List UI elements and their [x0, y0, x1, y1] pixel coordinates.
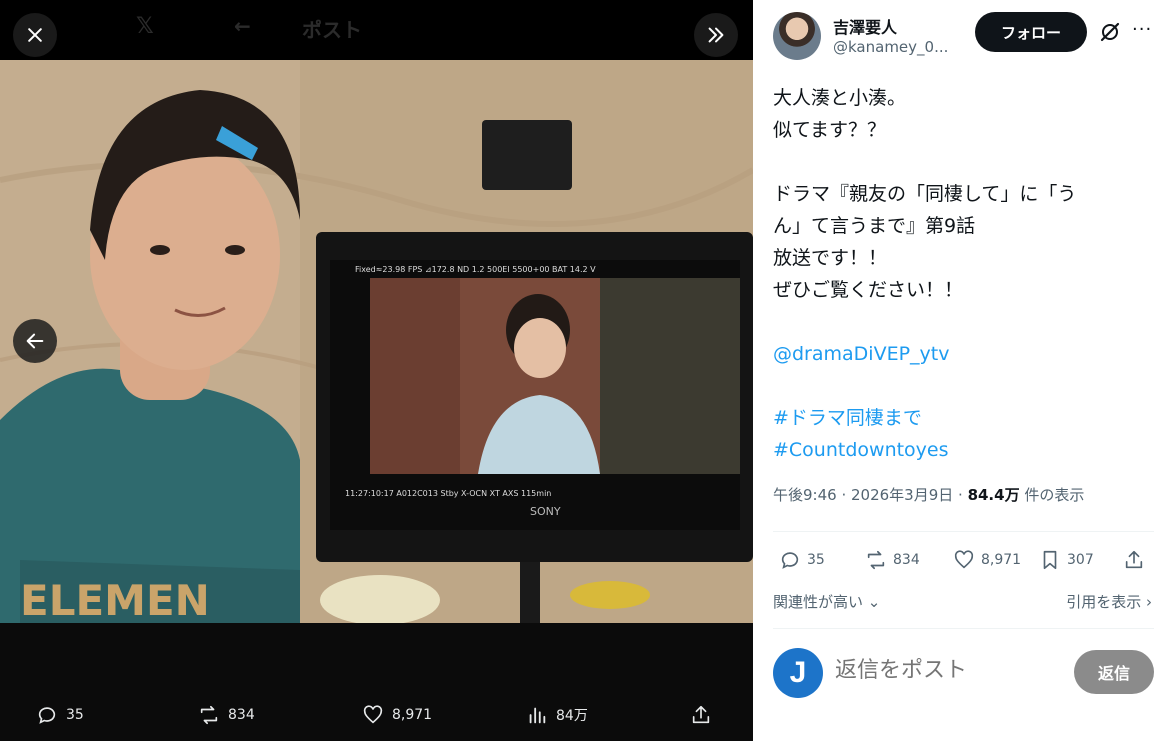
reply-input[interactable]: [835, 658, 1065, 683]
reply-submit-button[interactable]: 返信: [1074, 650, 1154, 694]
grok-icon[interactable]: [1098, 20, 1122, 44]
heart-icon: [954, 550, 974, 569]
repost-count: 834: [893, 552, 920, 568]
tweet-line: ん」て言うまで』第9話: [773, 215, 976, 237]
reply-icon: [38, 707, 56, 724]
photo-scene: ELEMEN Fixed≈23.98 FPS ⊿172.8 ND 1.2 500…: [0, 60, 753, 623]
more-options-icon[interactable]: ···: [1132, 20, 1156, 44]
bookmark-button[interactable]: 307: [1039, 549, 1094, 571]
post-detail-panel: 吉澤要人 @kanamey_0... フォロー ··· 大人湊と小湊。 似てます…: [753, 0, 1174, 741]
like-count: 8,971: [981, 552, 1022, 568]
media-topbar: 𝕏 ← ポスト: [0, 0, 753, 60]
x-logo-icon: 𝕏: [136, 14, 154, 39]
close-button[interactable]: [13, 13, 57, 57]
author-header: 吉澤要人 @kanamey_0... フォロー ···: [773, 12, 1163, 64]
media-share-button[interactable]: [690, 704, 712, 726]
tweet-line: ぜひご覧ください！！: [773, 279, 964, 301]
media-like-count: 8,971: [392, 707, 433, 723]
follow-button[interactable]: フォロー: [975, 12, 1087, 52]
media-views-count: 84万: [556, 708, 588, 724]
view-count-suffix: 件の表示: [1019, 486, 1085, 504]
view-count: 84.4万: [967, 486, 1020, 504]
engagement-bar: 35 834 8,971 307: [773, 545, 1154, 579]
post-timestamp[interactable]: 午後9:46 · 2026年3月9日 ·: [773, 486, 968, 504]
media-reply-count: 35: [66, 707, 84, 723]
bookmark-count: 307: [1067, 552, 1094, 568]
reply-composer: J 返信: [773, 648, 1154, 700]
share-icon: [1125, 550, 1143, 569]
mention-link[interactable]: @dramaDiVEP_ytv: [773, 338, 1153, 370]
arrow-left-icon: [26, 333, 44, 349]
tweet-line: 似てます？？: [773, 119, 887, 141]
header-title: ポスト: [302, 18, 362, 42]
reply-button[interactable]: 35: [779, 549, 825, 571]
media-bottom-area: 35 834 8,971 84万: [0, 623, 753, 741]
post-meta: 午後9:46 · 2026年3月9日 · 84.4万 件の表示: [773, 484, 1084, 505]
hashtag-link[interactable]: #Countdowntoyes: [773, 434, 1153, 466]
repost-icon: [867, 550, 885, 570]
reply-icon: [781, 552, 799, 569]
like-button[interactable]: 8,971: [953, 549, 1021, 571]
author-avatar[interactable]: [773, 12, 821, 60]
media-repost-button[interactable]: 834: [198, 704, 255, 726]
media-action-bar: 35 834 8,971 84万: [0, 689, 753, 741]
media-repost-count: 834: [228, 707, 255, 723]
heart-icon: [363, 705, 383, 724]
tweet-line: 放送です！！: [773, 247, 888, 269]
app-root: 𝕏 ← ポスト ELEMEN Fixed≈23.98 FPS ⊿172.8 ND…: [0, 0, 1174, 741]
post-photo: ELEMEN Fixed≈23.98 FPS ⊿172.8 ND 1.2 500…: [0, 60, 753, 623]
tweet-line: 大人湊と小湊。: [773, 87, 907, 109]
chevron-right-icon: ›: [1141, 593, 1152, 611]
media-reply-button[interactable]: 35: [36, 704, 84, 726]
author-name[interactable]: 吉澤要人: [833, 14, 897, 38]
repost-icon: [200, 705, 218, 725]
monitor-top-readout: Fixed≈23.98 FPS ⊿172.8 ND 1.2 500EI 5500…: [355, 265, 596, 274]
view-quotes-link[interactable]: 引用を表示 ›: [1066, 591, 1152, 612]
shirt-print: ELEMEN: [20, 576, 210, 623]
chevron-down-icon: ⌄: [863, 593, 881, 611]
tweet-line: ドラマ『親友の「同棲して」に「う: [773, 183, 1077, 205]
tweet-text: 大人湊と小湊。 似てます？？ ドラマ『親友の「同棲して」に「う ん」て言うまで』…: [773, 82, 1153, 466]
current-user-avatar[interactable]: J: [773, 648, 823, 698]
media-like-button[interactable]: 8,971: [362, 704, 432, 726]
monitor-bottom-readout: 11:27:10:17 A012C013 Stby X-OCN XT AXS 1…: [345, 489, 551, 498]
close-icon: [28, 28, 42, 42]
reply-sort-label: 関連性が高い: [773, 593, 864, 611]
author-handle[interactable]: @kanamey_0...: [833, 38, 973, 56]
divider: [773, 628, 1154, 629]
views-chart-icon: [529, 707, 546, 724]
share-button[interactable]: [1123, 549, 1145, 571]
hashtag-link[interactable]: #ドラマ同棲まで: [773, 402, 1153, 434]
back-arrow-icon: ←: [234, 14, 251, 38]
double-chevron-right-icon: [708, 27, 724, 43]
bookmark-icon: [1043, 550, 1057, 570]
monitor-brand: SONY: [530, 505, 561, 518]
repost-button[interactable]: 834: [865, 549, 920, 571]
reply-count: 35: [807, 552, 825, 568]
expand-panel-button[interactable]: [694, 13, 738, 57]
share-icon: [692, 705, 710, 724]
media-viewer: 𝕏 ← ポスト ELEMEN Fixed≈23.98 FPS ⊿172.8 ND…: [0, 0, 753, 741]
reply-sort-dropdown[interactable]: 関連性が高い ⌄: [773, 591, 880, 612]
media-views-button[interactable]: 84万: [526, 704, 588, 726]
view-quotes-label: 引用を表示: [1066, 593, 1142, 611]
divider: [773, 531, 1154, 532]
previous-image-button[interactable]: [13, 319, 57, 363]
